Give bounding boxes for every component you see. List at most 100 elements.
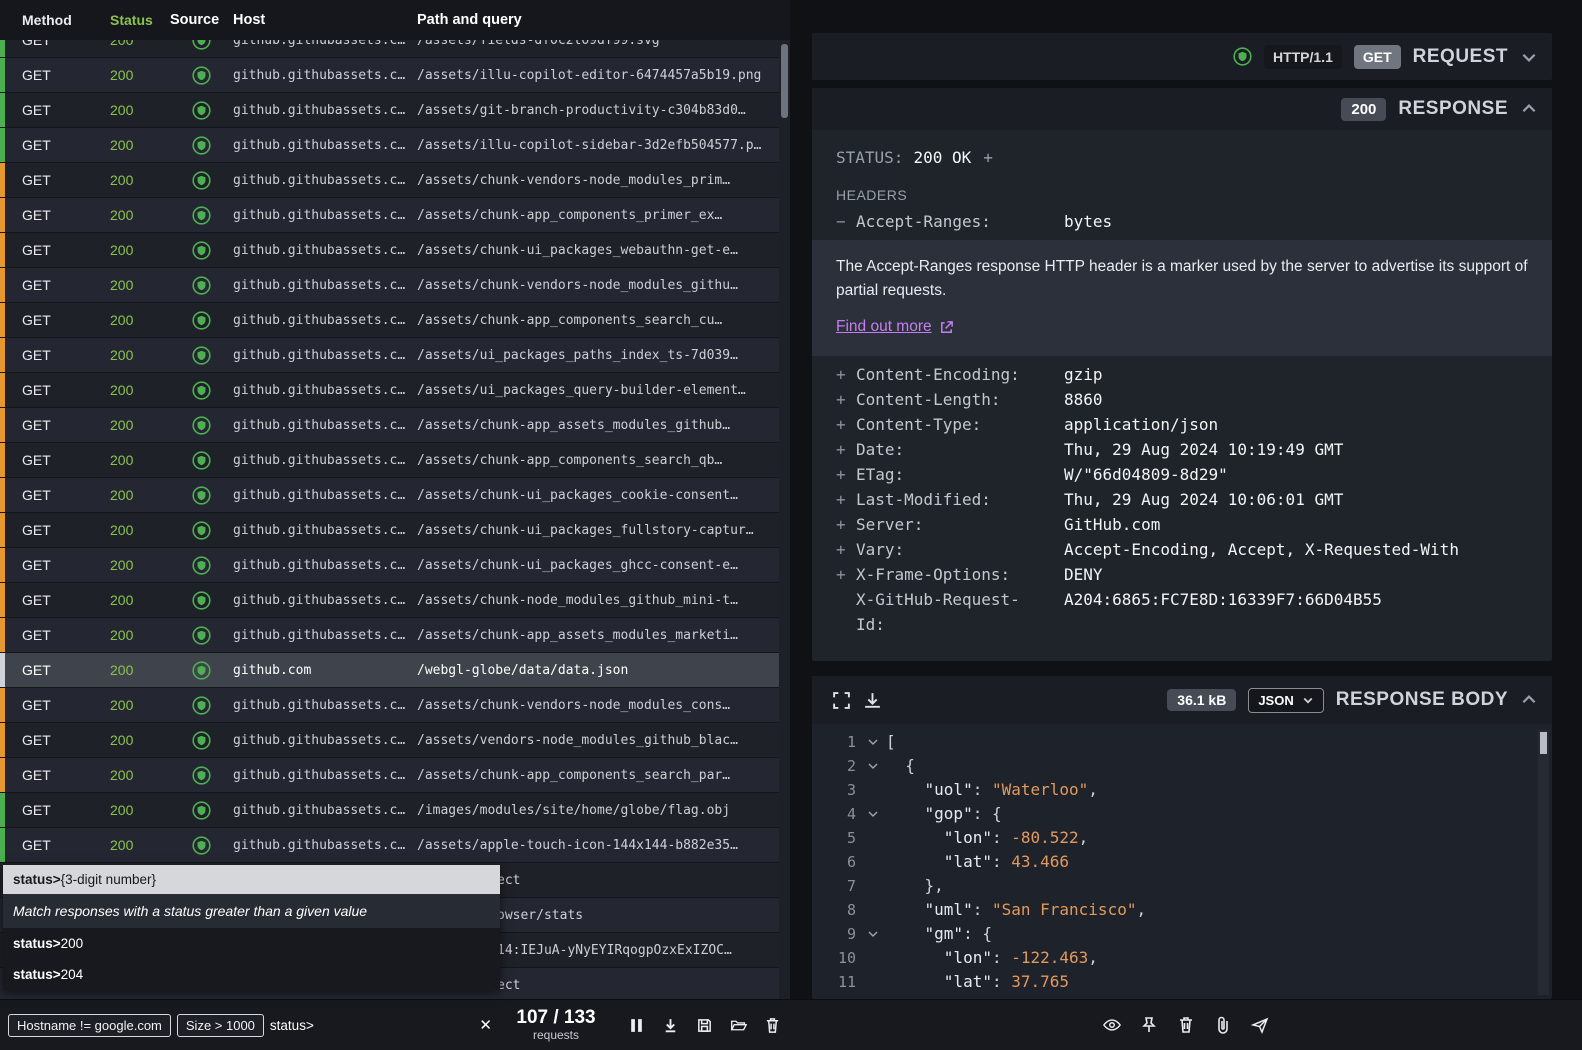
header-toggle-icon[interactable]: + <box>836 437 856 462</box>
table-row[interactable]: GET200github.githubassets.c…/assets/chun… <box>0 688 779 723</box>
suggestion-item[interactable]: status>204 <box>3 959 500 990</box>
filter-tag-hostname[interactable]: Hostname != google.com <box>8 1014 171 1037</box>
download-icon[interactable] <box>863 691 882 710</box>
header-toggle-icon[interactable]: + <box>836 562 856 587</box>
table-row[interactable]: GET200github.githubassets.c…/assets/chun… <box>0 443 779 478</box>
clear-all-button[interactable] <box>764 1017 781 1034</box>
fold-toggle-icon[interactable] <box>860 922 886 946</box>
path-cell: /assets/vendors-node_modules_github_blac… <box>417 733 779 748</box>
save-button[interactable] <box>696 1017 713 1034</box>
response-card-header[interactable]: 200 RESPONSE <box>812 88 1552 130</box>
add-status-icon[interactable]: + <box>983 148 993 167</box>
table-row[interactable]: GET200github.githubassets.c…/assets/chun… <box>0 408 779 443</box>
table-row[interactable]: GET200github.githubassets.c…/assets/git-… <box>0 93 779 128</box>
chevron-down-icon[interactable] <box>1520 48 1538 66</box>
attach-paperclip-icon[interactable] <box>1214 1016 1232 1034</box>
table-row[interactable]: GET200github.githubassets.c…/assets/chun… <box>0 758 779 793</box>
source-shield-icon <box>192 311 211 330</box>
open-button[interactable] <box>730 1017 747 1034</box>
table-scrollbar-thumb[interactable] <box>781 44 788 118</box>
header-toggle-icon[interactable]: + <box>836 512 856 537</box>
header-toggle-icon[interactable]: + <box>836 387 856 412</box>
table-scrollbar[interactable] <box>779 40 790 999</box>
table-row[interactable]: GET200github.githubassets.c…/assets/chun… <box>0 163 779 198</box>
header-value: GitHub.com <box>1064 512 1552 537</box>
filter-input[interactable] <box>270 1018 472 1033</box>
pin-icon[interactable] <box>1140 1016 1158 1034</box>
source-shield-icon <box>192 276 211 295</box>
find-out-more-link[interactable]: Find out more <box>836 315 954 339</box>
code-text: [ <box>886 730 896 754</box>
table-row[interactable]: GET200github.githubassets.c…/assets/ui_p… <box>0 373 779 408</box>
header-toggle-icon[interactable]: + <box>836 462 856 487</box>
delete-icon[interactable] <box>1177 1016 1195 1034</box>
path-cell: /assets/chunk-app_assets_modules_github… <box>417 418 779 433</box>
fold-spacer <box>860 946 886 970</box>
status-cell: 200 <box>108 452 170 468</box>
table-row[interactable]: GET200github.com/webgl-globe/data/data.j… <box>0 653 779 688</box>
suggestion-active[interactable]: status>{3-digit number} <box>3 865 500 894</box>
editor-scrollbar-thumb[interactable] <box>1540 732 1547 754</box>
filter-area[interactable]: Hostname != google.com Size > 1000 ✕ <box>0 1014 500 1037</box>
header-toggle-icon[interactable] <box>836 587 856 637</box>
fold-toggle-icon[interactable] <box>860 754 886 778</box>
send-icon[interactable] <box>1251 1016 1269 1034</box>
code-editor[interactable]: 1[2 {3 "uol": "Waterloo",4 "gop": {5 "lo… <box>812 724 1552 999</box>
status-cell: 200 <box>108 207 170 223</box>
view-eye-icon[interactable] <box>1103 1016 1121 1034</box>
table-row[interactable]: GET200github.githubassets.c…/assets/chun… <box>0 233 779 268</box>
table-row[interactable]: GET200github.githubassets.c…/assets/illu… <box>0 58 779 93</box>
table-header: Method Status Source Host Path and query <box>0 0 790 40</box>
suggestion-item[interactable]: status>200 <box>3 928 500 959</box>
expand-icon[interactable] <box>832 691 851 710</box>
method-cell: GET <box>5 767 108 783</box>
table-row[interactable]: GET200github.githubassets.c…/assets/chun… <box>0 303 779 338</box>
table-row[interactable]: GET200github.githubassets.c…/assets/appl… <box>0 828 779 863</box>
table-row[interactable]: GET200github.githubassets.c…/assets/chun… <box>0 268 779 303</box>
response-body-header[interactable]: 36.1 kB JSON RESPONSE BODY <box>812 676 1552 724</box>
header-toggle-icon[interactable]: − <box>836 209 856 234</box>
suggestion-items: status>200status>204 <box>3 928 500 990</box>
scroll-to-end-button[interactable] <box>662 1017 679 1034</box>
header-key: Content-Type: <box>856 412 1026 437</box>
method-cell: GET <box>5 592 108 608</box>
col-path: Path and query <box>417 12 790 28</box>
chevron-up-icon[interactable] <box>1520 100 1538 118</box>
fold-toggle-icon[interactable] <box>860 802 886 826</box>
table-row[interactable]: GET200github.githubassets.c…/assets/vend… <box>0 723 779 758</box>
line-number: 2 <box>812 754 860 778</box>
chevron-up-icon[interactable] <box>1520 691 1538 709</box>
table-row[interactable]: GET200github.githubassets.c…/assets/fiel… <box>0 40 779 58</box>
source-cell <box>170 241 233 260</box>
pause-intercept-button[interactable] <box>628 1017 645 1034</box>
table-row[interactable]: GET200github.githubassets.c…/images/modu… <box>0 793 779 828</box>
header-toggle-icon[interactable]: + <box>836 487 856 512</box>
table-row[interactable]: GET200github.githubassets.c…/assets/chun… <box>0 583 779 618</box>
table-row[interactable]: GET200github.githubassets.c…/assets/chun… <box>0 513 779 548</box>
source-shield-icon <box>192 731 211 750</box>
status-code-badge: 200 <box>1341 98 1386 121</box>
table-row[interactable]: GET200github.githubassets.c…/assets/chun… <box>0 548 779 583</box>
format-select[interactable]: JSON <box>1248 688 1323 713</box>
table-row[interactable]: GET200github.githubassets.c…/assets/chun… <box>0 198 779 233</box>
source-cell <box>170 416 233 435</box>
table-row[interactable]: GET200github.githubassets.c…/assets/ui_p… <box>0 338 779 373</box>
header-toggle-icon[interactable]: + <box>836 362 856 387</box>
filter-tag-size[interactable]: Size > 1000 <box>177 1014 264 1037</box>
editor-scrollbar[interactable] <box>1538 730 1549 995</box>
format-select-value: JSON <box>1258 693 1293 708</box>
clear-filters-icon[interactable]: ✕ <box>477 1016 500 1034</box>
table-row[interactable]: GET200github.githubassets.c…/assets/chun… <box>0 478 779 513</box>
host-cell: github.githubassets.c… <box>233 348 417 363</box>
request-card-header[interactable]: HTTP/1.1 GET REQUEST <box>812 33 1552 80</box>
table-row[interactable]: GET200github.githubassets.c…/assets/illu… <box>0 128 779 163</box>
source-shield-icon <box>192 346 211 365</box>
header-toggle-icon[interactable]: + <box>836 537 856 562</box>
header-toggle-icon[interactable]: + <box>836 412 856 437</box>
fold-toggle-icon[interactable] <box>860 730 886 754</box>
source-cell <box>170 731 233 750</box>
line-number: 1 <box>812 730 860 754</box>
path-cell: /assets/chunk-node_modules_github_mini-t… <box>417 593 779 608</box>
table-row[interactable]: GET200github.githubassets.c…/assets/chun… <box>0 618 779 653</box>
line-number: 6 <box>812 850 860 874</box>
